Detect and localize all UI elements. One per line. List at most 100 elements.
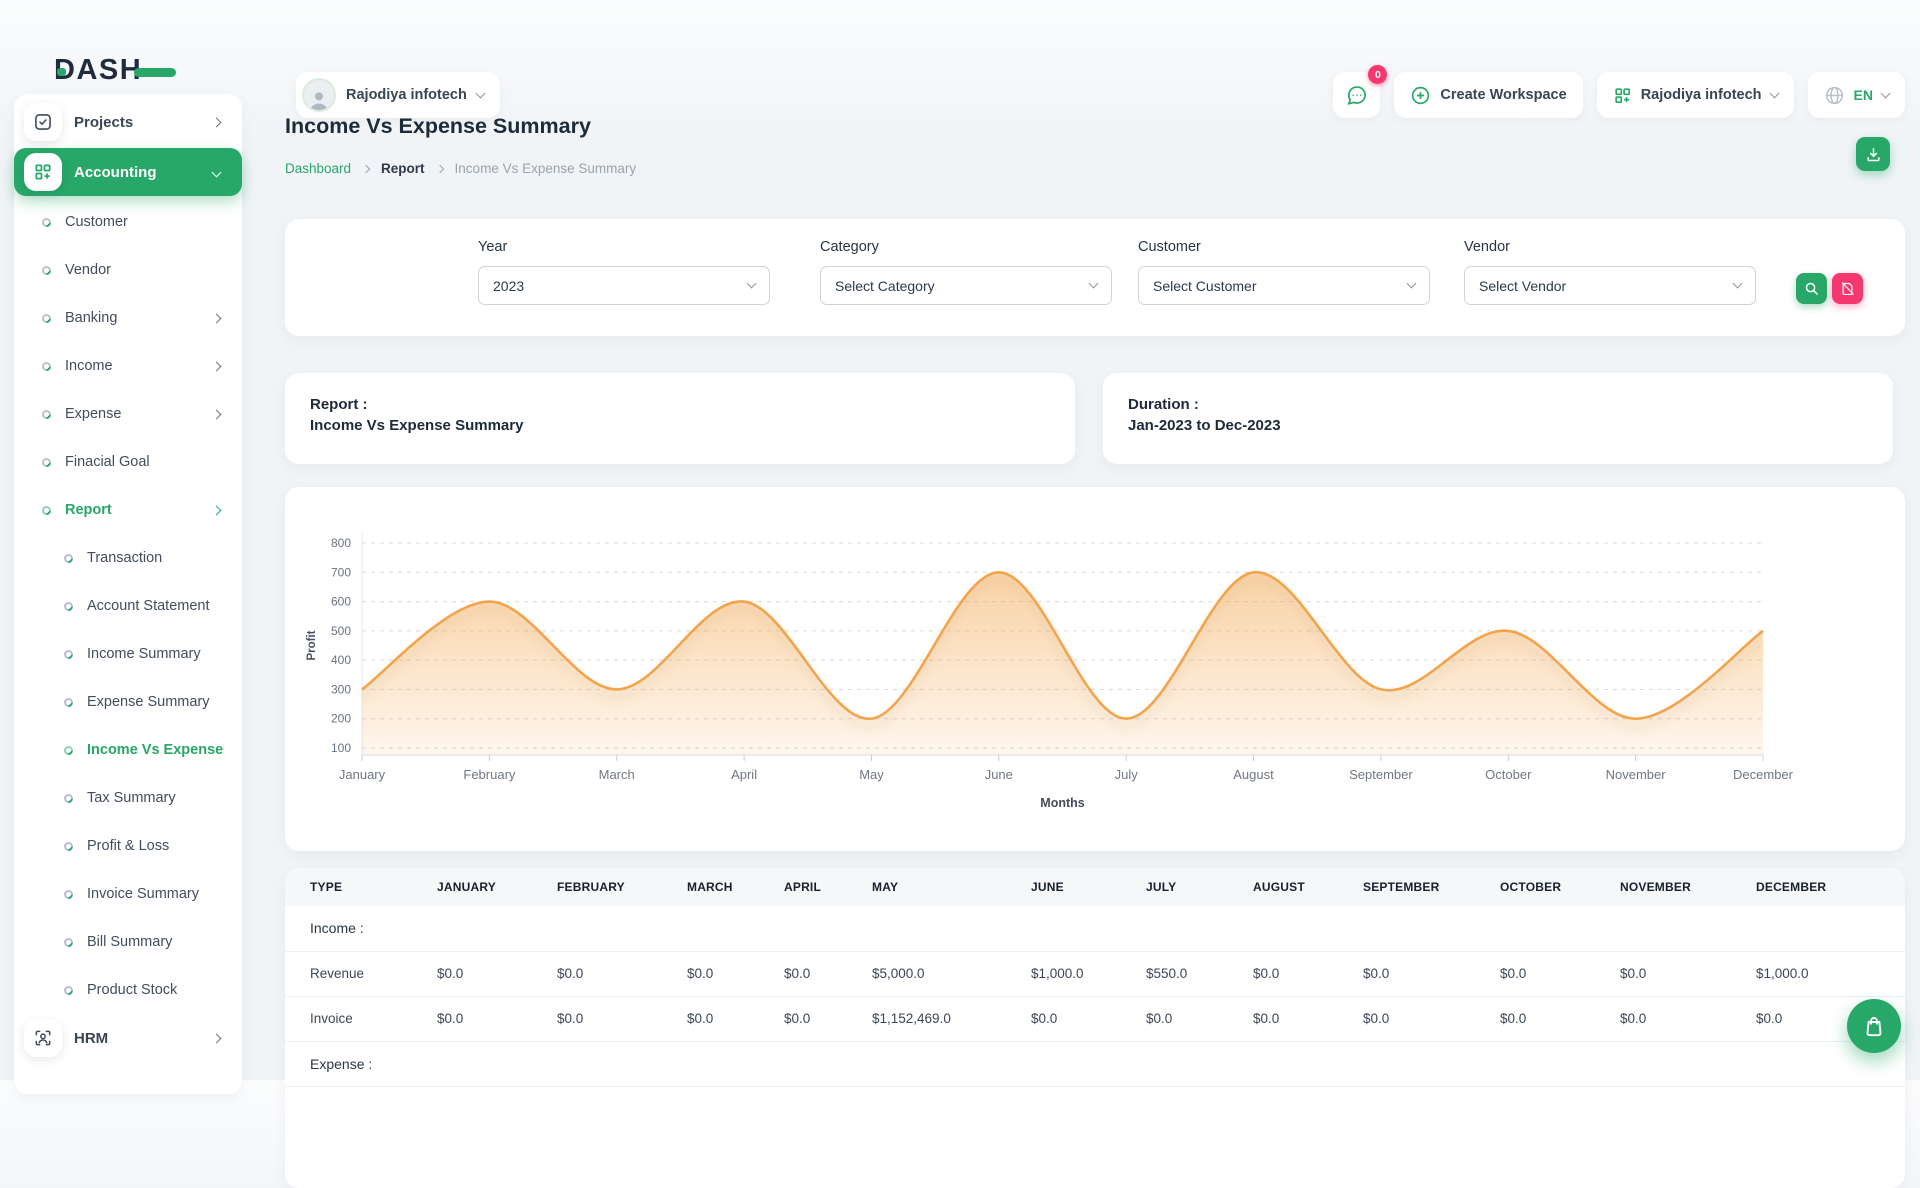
sidebar-item-product-stock[interactable]: Product Stock — [14, 966, 242, 1014]
cell-value: $0.0 — [437, 951, 557, 996]
column-header-december: DECEMBER — [1756, 868, 1905, 906]
sidebar-item-tax-summary[interactable]: Tax Summary — [14, 774, 242, 822]
section-label: Income : — [285, 906, 437, 951]
cell-value: $0.0 — [1500, 996, 1620, 1041]
svg-text:100: 100 — [331, 741, 351, 755]
profit-area-chart: 800700600500400300200100 JanuaryFebruary… — [285, 487, 1905, 851]
cell-value: $0.0 — [1363, 996, 1500, 1041]
profit-chart: 800700600500400300200100 JanuaryFebruary… — [285, 487, 1905, 856]
bullet-icon — [40, 216, 53, 229]
sidebar-menu: Projects Accounting Customer Vendor Bank… — [14, 98, 242, 1062]
svg-text:June: June — [985, 767, 1013, 782]
bullet-icon — [40, 456, 53, 469]
sidebar-item-income-summary[interactable]: Income Summary — [14, 630, 242, 678]
svg-text:April: April — [731, 767, 757, 782]
cell-value: $0.0 — [557, 951, 687, 996]
cell-value: $1,152,469.0 — [872, 996, 1031, 1041]
category-select[interactable]: Select Category — [820, 266, 1112, 305]
bullet-icon — [62, 600, 75, 613]
bullet-icon — [62, 648, 75, 661]
chevron-down-icon — [1089, 279, 1099, 289]
sidebar-item-invoice-summary[interactable]: Invoice Summary — [14, 870, 242, 918]
svg-text:400: 400 — [331, 653, 351, 667]
svg-text:July: July — [1115, 767, 1139, 782]
svg-text:October: October — [1485, 767, 1532, 782]
chevron-down-icon — [1769, 88, 1779, 98]
workspace-dropdown[interactable]: Rajodiya infotech — [1597, 72, 1794, 118]
breadcrumb-dashboard[interactable]: Dashboard — [285, 161, 351, 176]
sidebar-item-projects[interactable]: Projects — [14, 98, 242, 146]
filter-panel: Year 2023 Category Select Category Custo… — [285, 219, 1905, 336]
sidebar-item-bill-summary[interactable]: Bill Summary — [14, 918, 242, 966]
svg-text:August: August — [1233, 767, 1274, 782]
chevron-right-icon — [362, 164, 370, 172]
customer-select[interactable]: Select Customer — [1138, 266, 1430, 305]
chevron-right-icon — [212, 409, 222, 419]
vendor-label: Vendor — [1464, 239, 1756, 255]
column-header-november: NOVEMBER — [1620, 868, 1756, 906]
language-label: EN — [1854, 87, 1873, 103]
sidebar-item-transaction[interactable]: Transaction — [14, 534, 242, 582]
clear-filter-icon — [1840, 281, 1855, 296]
vendor-select[interactable]: Select Vendor — [1464, 266, 1756, 305]
table-row-income: Income : — [285, 906, 1905, 951]
svg-text:February: February — [463, 767, 516, 782]
sidebar-item-vendor[interactable]: Vendor — [14, 246, 242, 294]
cell-value: $0.0 — [1620, 996, 1756, 1041]
apply-filter-button[interactable] — [1796, 273, 1827, 304]
create-workspace-button[interactable]: Create Workspace — [1394, 72, 1582, 118]
bullet-icon — [40, 312, 53, 325]
sidebar-item-customer[interactable]: Customer — [14, 198, 242, 246]
sidebar-item-report[interactable]: Report — [14, 486, 242, 534]
chevron-down-icon — [212, 167, 222, 177]
chevron-right-icon — [212, 313, 222, 323]
cell-value: $0.0 — [437, 996, 557, 1041]
sidebar-item-expense-summary[interactable]: Expense Summary — [14, 678, 242, 726]
year-select[interactable]: 2023 — [478, 266, 770, 305]
svg-text:800: 800 — [331, 536, 351, 550]
duration-summary-card: Duration : Jan-2023 to Dec-2023 — [1103, 373, 1893, 464]
download-button[interactable] — [1856, 137, 1890, 171]
sidebar-item-expense[interactable]: Expense — [14, 390, 242, 438]
cell-value: $1,000.0 — [1031, 951, 1146, 996]
svg-text:200: 200 — [331, 712, 351, 726]
sidebar-item-profit-loss[interactable]: Profit & Loss — [14, 822, 242, 870]
report-summary-card: Report : Income Vs Expense Summary — [285, 373, 1075, 464]
cart-fab-button[interactable] — [1847, 999, 1901, 1053]
column-header-april: APRIL — [784, 868, 872, 906]
cell-value: $0.0 — [557, 996, 687, 1041]
bullet-icon — [40, 360, 53, 373]
reset-filter-button[interactable] — [1832, 273, 1863, 304]
breadcrumb-report[interactable]: Report — [381, 161, 425, 176]
app-logo[interactable]: DASH — [54, 54, 174, 88]
sidebar-item-account-statement[interactable]: Account Statement — [14, 582, 242, 630]
sidebar: Projects Accounting Customer Vendor Bank… — [14, 94, 242, 1094]
row-label: Revenue — [285, 951, 437, 996]
year-label: Year — [478, 239, 770, 255]
accounting-grid-icon — [33, 162, 53, 182]
sidebar-item-banking[interactable]: Banking — [14, 294, 242, 342]
chevron-down-icon — [747, 279, 757, 289]
chevron-down-icon — [1881, 88, 1891, 98]
sidebar-item-accounting[interactable]: Accounting — [14, 148, 242, 196]
cell-value: $0.0 — [1620, 951, 1756, 996]
chevron-right-icon — [212, 361, 222, 371]
sidebar-item-income[interactable]: Income — [14, 342, 242, 390]
sidebar-item-finacial-goal[interactable]: Finacial Goal — [14, 438, 242, 486]
chat-button[interactable]: 0 — [1333, 72, 1380, 118]
svg-text:December: December — [1733, 767, 1794, 782]
cell-value: $0.0 — [1146, 996, 1253, 1041]
customer-label: Customer — [1138, 239, 1430, 255]
column-header-september: SEPTEMBER — [1363, 868, 1500, 906]
section-label: Expense : — [285, 1041, 437, 1086]
column-header-march: MARCH — [687, 868, 784, 906]
sidebar-item-income-vs-expense[interactable]: Income Vs Expense — [14, 726, 242, 774]
sidebar-item-hrm[interactable]: HRM — [14, 1014, 242, 1062]
workspace-selector-label: Rajodiya infotech — [346, 87, 467, 103]
column-header-july: JULY — [1146, 868, 1253, 906]
cell-value: $0.0 — [1253, 996, 1363, 1041]
column-header-type: TYPE — [285, 868, 437, 906]
report-card-value: Income Vs Expense Summary — [310, 415, 1050, 436]
language-selector[interactable]: EN — [1808, 72, 1905, 118]
workspace-selector[interactable]: Rajodiya infotech — [296, 72, 500, 118]
